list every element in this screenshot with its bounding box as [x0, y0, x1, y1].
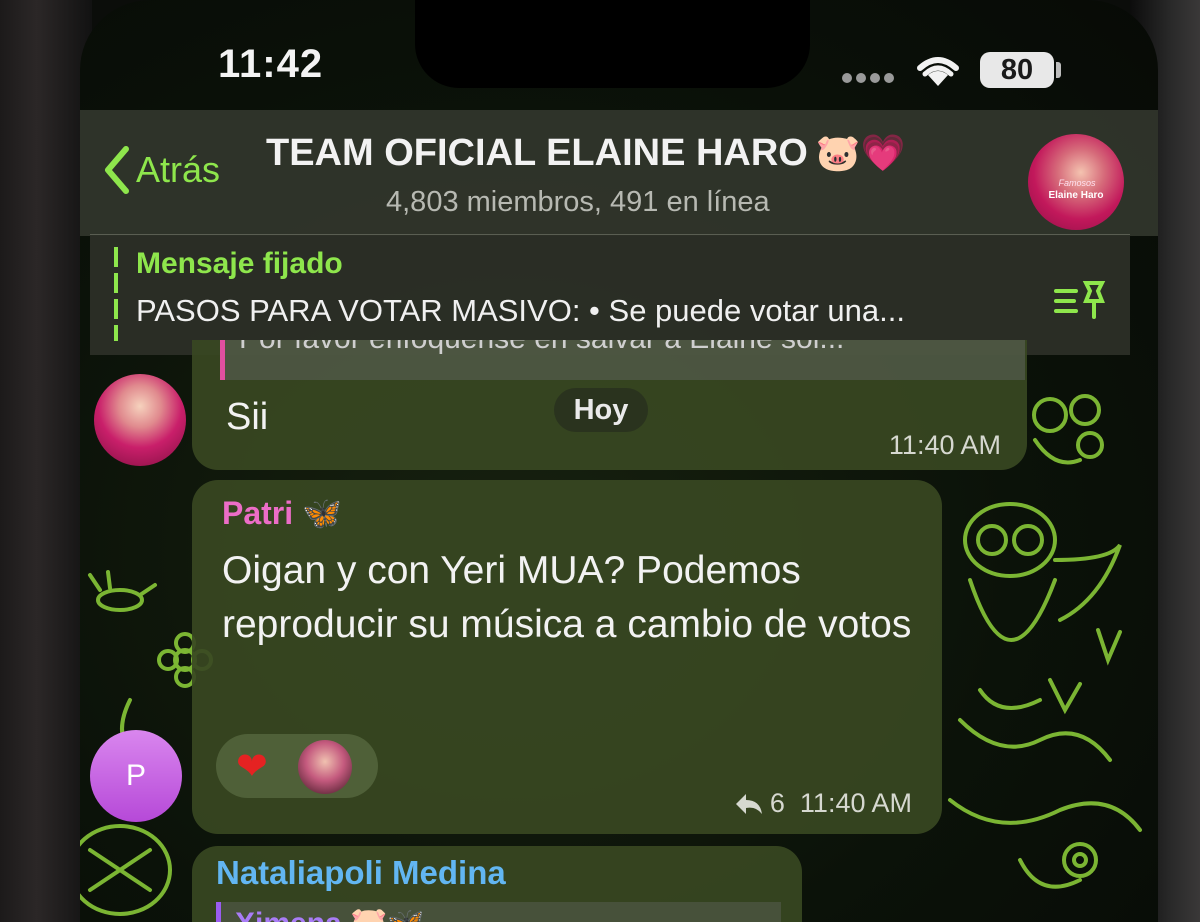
- heart-reaction-icon[interactable]: ❤: [236, 744, 268, 789]
- member-count: 4,803 miembros, 491 en línea: [386, 186, 770, 218]
- battery-indicator: 80: [980, 52, 1054, 88]
- pinned-indicator: [114, 247, 118, 341]
- chat-title-emoji: 🐷💗: [815, 132, 906, 173]
- message-time: 11:40 AM: [799, 788, 912, 818]
- pinned-text: PASOS PARA VOTAR MASIVO: • Se puede vota…: [136, 293, 905, 328]
- reply-quote[interactable]: Por favor enfóquense en salvar a Elaine …: [220, 340, 1025, 380]
- message-bubble[interactable]: Patri 🦋 Oigan y con Yeri MUA? Podemos re…: [192, 480, 942, 834]
- device-notch: [415, 0, 810, 88]
- reactor-avatar: [298, 740, 352, 794]
- signal-icon: [842, 70, 902, 84]
- chat-screen: 11:42 80 Atrás TEAM OFICIAL ELAINE HARO 🐷…: [80, 0, 1158, 922]
- reply-quote[interactable]: Ximena 🐷🦋: [216, 902, 781, 922]
- avatar-caption-bottom: Elaine Haro: [1048, 190, 1104, 201]
- reply-arrow-icon: [735, 793, 762, 814]
- message-time: 11:40 AM: [888, 430, 1001, 460]
- phone-bezel-left: [0, 0, 92, 922]
- reply-quote-sender: Ximena 🐷🦋: [235, 906, 425, 922]
- message-text: Sii: [226, 396, 269, 438]
- message-text: Oigan y con Yeri MUA? Podemos reproducir…: [222, 549, 912, 646]
- status-time: 11:42: [218, 42, 324, 86]
- message-bubble[interactable]: Nataliapoli Medina Ximena 🐷🦋: [192, 846, 802, 922]
- reply-count: 6: [769, 788, 785, 818]
- back-label: Atrás: [136, 149, 221, 190]
- date-separator: Hoy: [554, 388, 648, 432]
- group-avatar[interactable]: Famosos Elaine Haro: [1028, 134, 1124, 230]
- back-button[interactable]: Atrás: [104, 140, 220, 200]
- avatar-caption-top: Famosos: [1058, 178, 1096, 188]
- chat-title[interactable]: TEAM OFICIAL ELAINE HARO 🐷💗: [266, 132, 906, 175]
- pinned-message-bar[interactable]: Mensaje fijado PASOS PARA VOTAR MASIVO: …: [90, 234, 1130, 355]
- chat-title-text: TEAM OFICIAL ELAINE HARO: [266, 132, 808, 174]
- reactions-pill[interactable]: ❤: [216, 734, 378, 798]
- reply-quote-text: Por favor enfóquense en salvar a Elaine …: [239, 340, 844, 356]
- chat-header: Atrás TEAM OFICIAL ELAINE HARO 🐷💗 4,803 m…: [80, 110, 1158, 236]
- wifi-icon: [917, 57, 959, 86]
- message-meta: 6 11:40 AM: [734, 788, 912, 819]
- pinned-title: Mensaje fijado: [136, 247, 343, 280]
- avatar[interactable]: P: [90, 730, 182, 822]
- pin-list-icon[interactable]: [1052, 277, 1108, 321]
- sender-name[interactable]: Patri 🦋: [222, 494, 342, 532]
- battery-tip: [1056, 62, 1061, 78]
- chevron-left-icon: [105, 146, 129, 194]
- sender-name[interactable]: Nataliapoli Medina: [216, 854, 506, 892]
- avatar[interactable]: [94, 374, 186, 466]
